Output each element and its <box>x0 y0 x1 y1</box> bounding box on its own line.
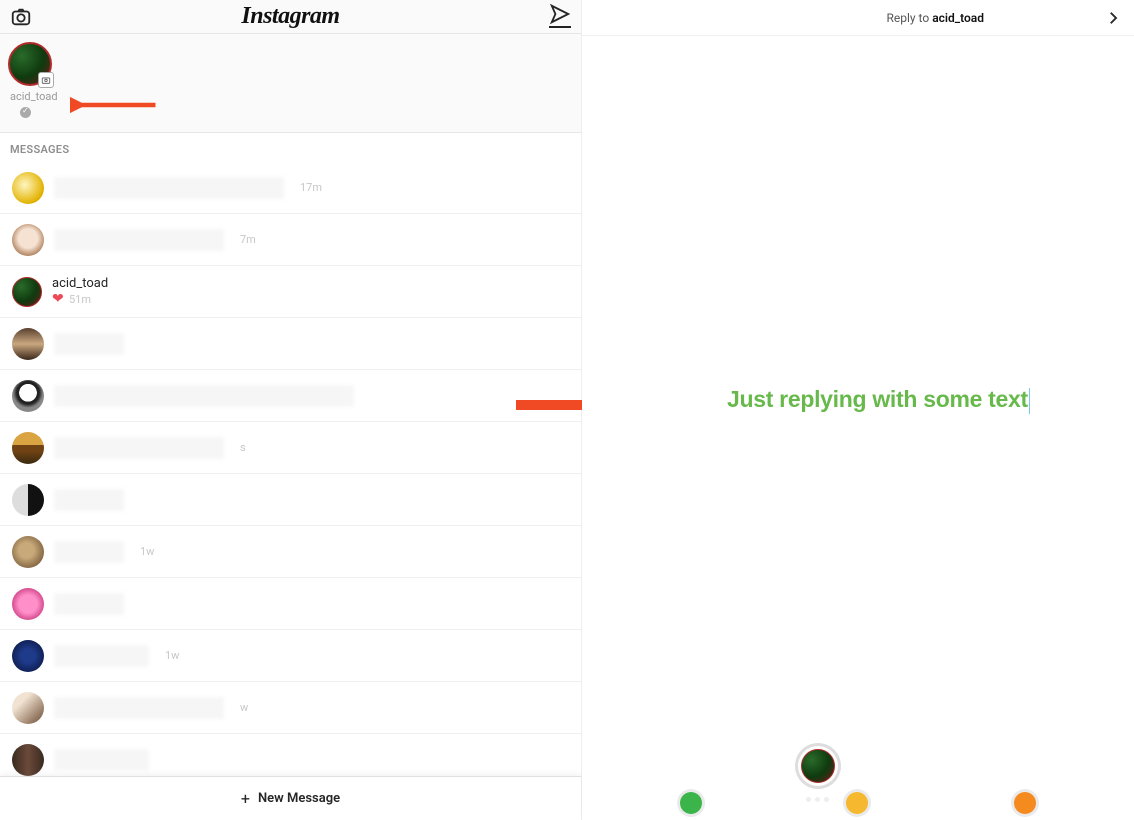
redacted-name <box>54 385 354 407</box>
avatar-icon <box>12 224 44 256</box>
new-message-button[interactable]: + New Message <box>0 776 581 820</box>
avatar-icon <box>12 692 44 724</box>
redacted-name <box>54 749 149 771</box>
redacted-name <box>54 177 284 199</box>
redacted-name <box>54 229 224 251</box>
redacted-name <box>54 333 124 355</box>
reply-prefix: Reply to <box>886 11 932 25</box>
reply-text-input[interactable]: Just replying with some text <box>727 386 1030 414</box>
messages-section-header: MESSAGES <box>0 133 581 162</box>
text-cursor <box>1029 388 1030 414</box>
message-time: 1w <box>165 649 179 662</box>
avatar-icon <box>12 328 44 360</box>
message-row[interactable] <box>0 474 581 526</box>
message-time: 51m <box>69 293 91 306</box>
avatar-icon <box>12 640 44 672</box>
redacted-name <box>54 541 124 563</box>
redacted-name <box>54 645 149 667</box>
instagram-logo: Instagram <box>241 3 339 30</box>
avatar-icon <box>801 749 835 783</box>
message-time: s <box>240 441 246 454</box>
new-message-label: New Message <box>258 791 340 806</box>
color-swatch-green[interactable] <box>680 792 702 814</box>
message-list[interactable]: 17m 7m acid_toad ❤ 51m s <box>0 162 581 776</box>
redacted-name <box>54 489 124 511</box>
color-swatch-yellow[interactable] <box>846 792 868 814</box>
story-row: acid_toad <box>0 34 581 133</box>
reply-username: acid_toad <box>932 11 984 25</box>
message-row[interactable] <box>0 370 581 422</box>
message-time: 17m <box>300 181 322 194</box>
avatar-icon <box>12 744 44 776</box>
message-row[interactable]: w <box>0 682 581 734</box>
typed-text: Just replying with some text <box>727 386 1028 412</box>
reply-to-label: Reply to acid_toad <box>886 11 984 25</box>
avatar-icon <box>12 172 44 204</box>
message-time: 1w <box>140 545 154 558</box>
add-story-camera-icon[interactable] <box>38 72 54 88</box>
message-time: w <box>240 701 248 714</box>
message-row[interactable]: s <box>0 422 581 474</box>
send-icon[interactable] <box>549 6 571 28</box>
redacted-name <box>54 593 124 615</box>
message-time: 7m <box>240 233 256 246</box>
color-swatch-orange[interactable] <box>1014 792 1036 814</box>
message-row[interactable] <box>0 578 581 630</box>
avatar-icon <box>12 432 44 464</box>
verified-badge-icon <box>20 107 31 118</box>
app-header: Instagram <box>0 0 581 34</box>
message-row[interactable]: 17m <box>0 162 581 214</box>
dm-inbox-panel: Instagram acid_toad MESSAGES <box>0 0 582 820</box>
my-story-avatar[interactable] <box>8 42 52 86</box>
message-row[interactable]: 1w <box>0 630 581 682</box>
color-picker-row <box>582 774 1134 814</box>
reply-target-avatar[interactable] <box>798 746 838 786</box>
avatar-icon <box>12 536 44 568</box>
message-row[interactable]: 7m <box>0 214 581 266</box>
message-row[interactable]: 1w <box>0 526 581 578</box>
heart-icon: ❤ <box>52 291 64 307</box>
chevron-right-icon[interactable] <box>1104 9 1122 27</box>
message-row[interactable]: acid_toad ❤ 51m <box>0 266 581 318</box>
camera-icon[interactable] <box>10 6 32 28</box>
reply-header: Reply to acid_toad <box>582 0 1134 36</box>
decorative-dots <box>806 797 829 802</box>
avatar-icon <box>12 277 42 307</box>
redacted-name <box>54 697 224 719</box>
story-username: acid_toad <box>10 90 573 103</box>
message-row[interactable] <box>0 734 581 776</box>
redacted-name <box>54 437 224 459</box>
message-username: acid_toad <box>52 276 108 291</box>
avatar-icon <box>12 380 44 412</box>
plus-icon: + <box>241 789 250 808</box>
message-row[interactable] <box>0 318 581 370</box>
avatar-icon <box>12 484 44 516</box>
avatar-icon <box>12 588 44 620</box>
story-reply-panel: Reply to acid_toad Just replying with so… <box>582 0 1134 820</box>
